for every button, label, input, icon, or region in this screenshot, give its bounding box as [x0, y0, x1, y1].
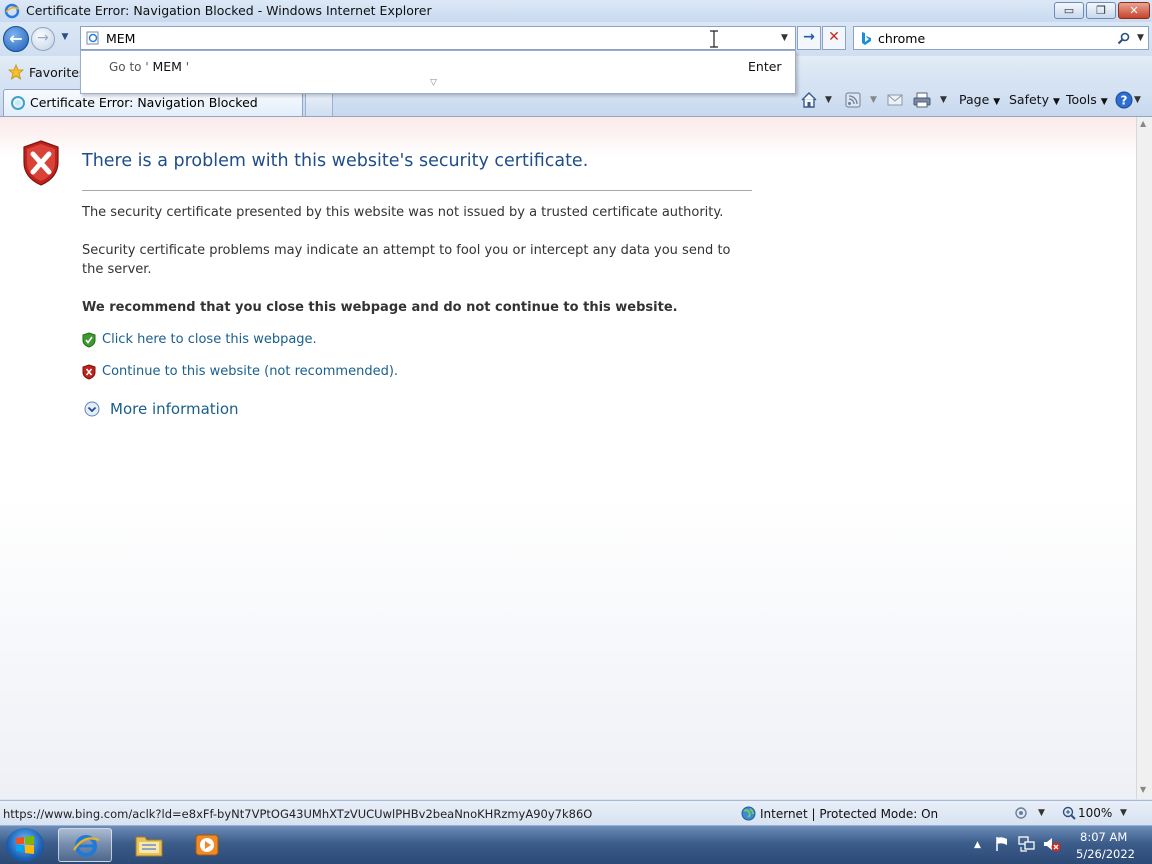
- page-title: There is a problem with this website's s…: [82, 151, 589, 171]
- clock-time[interactable]: 8:07 AM: [1080, 830, 1127, 844]
- read-mail-icon[interactable]: [887, 93, 903, 107]
- media-player-icon: [195, 834, 219, 856]
- protected-mode-dropdown-icon[interactable]: ▼: [1038, 808, 1045, 818]
- safety-menu-label: Safety: [1009, 92, 1049, 107]
- home-icon[interactable]: [800, 91, 818, 108]
- warning-text: Security certificate problems may indica…: [82, 243, 731, 277]
- forward-button[interactable]: →: [31, 27, 55, 51]
- page-menu-label: Page: [959, 92, 990, 107]
- page-menu-dropdown-icon: ▼: [993, 97, 1001, 107]
- svg-text:?: ?: [1121, 94, 1128, 108]
- explanation-text: The security certificate presented by th…: [82, 205, 724, 220]
- window-title: Certificate Error: Navigation Blocked - …: [26, 3, 432, 18]
- ie-logo-icon: [4, 3, 20, 19]
- goto-suggestion[interactable]: Go to ' MEM ': [109, 59, 189, 74]
- favorites-star-icon: [8, 64, 24, 80]
- tools-menu-label: Tools: [1066, 92, 1097, 107]
- print-icon[interactable]: [913, 92, 931, 108]
- red-shield-icon: [82, 364, 96, 380]
- address-dropdown-icon[interactable]: ▼: [781, 33, 788, 43]
- internet-globe-icon: [741, 806, 756, 821]
- tab-label: Certificate Error: Navigation Blocked: [30, 95, 258, 110]
- back-button[interactable]: ←: [3, 26, 29, 52]
- page-icon: [86, 31, 99, 45]
- safety-menu[interactable]: Safety ▼: [1009, 92, 1060, 107]
- recent-pages-dropdown-icon[interactable]: ▼: [59, 32, 71, 44]
- minimize-button[interactable]: ▭: [1054, 2, 1084, 19]
- clock-date[interactable]: 5/26/2022: [1076, 847, 1135, 861]
- internet-explorer-icon: [73, 835, 100, 857]
- address-input[interactable]: MEM: [106, 31, 135, 46]
- recommendation-text: We recommend that you close this webpage…: [82, 300, 678, 315]
- stop-button[interactable]: ✕: [822, 26, 846, 50]
- feeds-icon[interactable]: [845, 92, 861, 108]
- windows-logo-icon: [16, 836, 34, 854]
- heading-divider: [82, 190, 752, 191]
- enter-hint: Enter: [748, 59, 782, 74]
- expand-circle-icon[interactable]: [84, 401, 100, 417]
- error-shield-icon: [23, 140, 59, 186]
- restore-button[interactable]: ❐: [1086, 2, 1116, 19]
- start-button[interactable]: [6, 828, 44, 862]
- status-bar: https://www.bing.com/aclk?ld=e8xFf-byNt7…: [0, 800, 1152, 825]
- folder-icon: [135, 836, 163, 857]
- help-icon[interactable]: ?: [1115, 91, 1133, 109]
- zoom-icon: [1062, 806, 1076, 820]
- green-shield-icon: [82, 332, 96, 348]
- goto-suffix: ': [185, 60, 190, 74]
- close-webpage-link[interactable]: Click here to close this webpage.: [102, 332, 317, 347]
- print-dropdown-icon[interactable]: ▼: [940, 95, 947, 105]
- go-button[interactable]: →: [797, 26, 821, 50]
- status-url: https://www.bing.com/aclk?ld=e8xFf-byNt7…: [3, 807, 593, 821]
- taskbar-internet-explorer[interactable]: [58, 828, 112, 862]
- search-options-dropdown-icon[interactable]: ▼: [1137, 33, 1144, 43]
- tools-menu[interactable]: Tools ▼: [1066, 92, 1108, 107]
- search-box[interactable]: chrome ▼: [853, 26, 1149, 50]
- favorites-button[interactable]: Favorites: [29, 65, 85, 80]
- safety-menu-dropdown-icon: ▼: [1052, 97, 1060, 107]
- feeds-dropdown-icon[interactable]: ▼: [870, 95, 877, 105]
- home-dropdown-icon[interactable]: ▼: [825, 95, 832, 105]
- page-menu[interactable]: Page ▼: [959, 92, 1000, 107]
- scroll-down-icon[interactable]: ▼: [1140, 785, 1146, 794]
- help-dropdown-icon[interactable]: ▼: [1134, 95, 1141, 105]
- address-autocomplete-dropdown: Go to ' MEM ' Enter ▽: [80, 50, 796, 94]
- goto-value: MEM: [152, 59, 182, 74]
- new-tab-button[interactable]: [305, 91, 333, 116]
- taskbar-windows-explorer[interactable]: [122, 828, 176, 862]
- search-input[interactable]: chrome: [878, 31, 925, 46]
- expand-suggestions-icon[interactable]: ▽: [430, 78, 437, 88]
- bing-icon: [862, 32, 871, 45]
- search-icon[interactable]: [1117, 32, 1130, 45]
- loading-icon: [11, 96, 25, 110]
- network-icon[interactable]: [1018, 836, 1036, 852]
- vertical-scrollbar[interactable]: ▲ ▼: [1136, 117, 1152, 799]
- close-window-button[interactable]: ✕: [1118, 2, 1150, 19]
- more-information-link[interactable]: More information: [110, 400, 239, 418]
- taskbar-media-player[interactable]: [180, 828, 234, 862]
- volume-muted-icon[interactable]: [1042, 835, 1062, 853]
- title-bar: Certificate Error: Navigation Blocked - …: [0, 0, 1152, 22]
- show-hidden-icons-icon[interactable]: ▲: [974, 840, 981, 850]
- goto-prefix: Go to ': [109, 60, 149, 74]
- text-cursor-icon: [710, 30, 718, 48]
- continue-website-link[interactable]: Continue to this website (not recommende…: [102, 364, 398, 379]
- address-bar[interactable]: MEM ▼: [80, 26, 796, 50]
- scroll-up-icon[interactable]: ▲: [1140, 119, 1146, 128]
- zoom-dropdown-icon[interactable]: ▼: [1120, 808, 1127, 818]
- zoom-level[interactable]: 100%: [1078, 806, 1112, 820]
- protected-mode-icon[interactable]: [1014, 806, 1032, 820]
- action-center-flag-icon[interactable]: [994, 835, 1010, 853]
- tools-menu-dropdown-icon: ▼: [1100, 97, 1108, 107]
- security-zone[interactable]: Internet | Protected Mode: On: [760, 807, 938, 821]
